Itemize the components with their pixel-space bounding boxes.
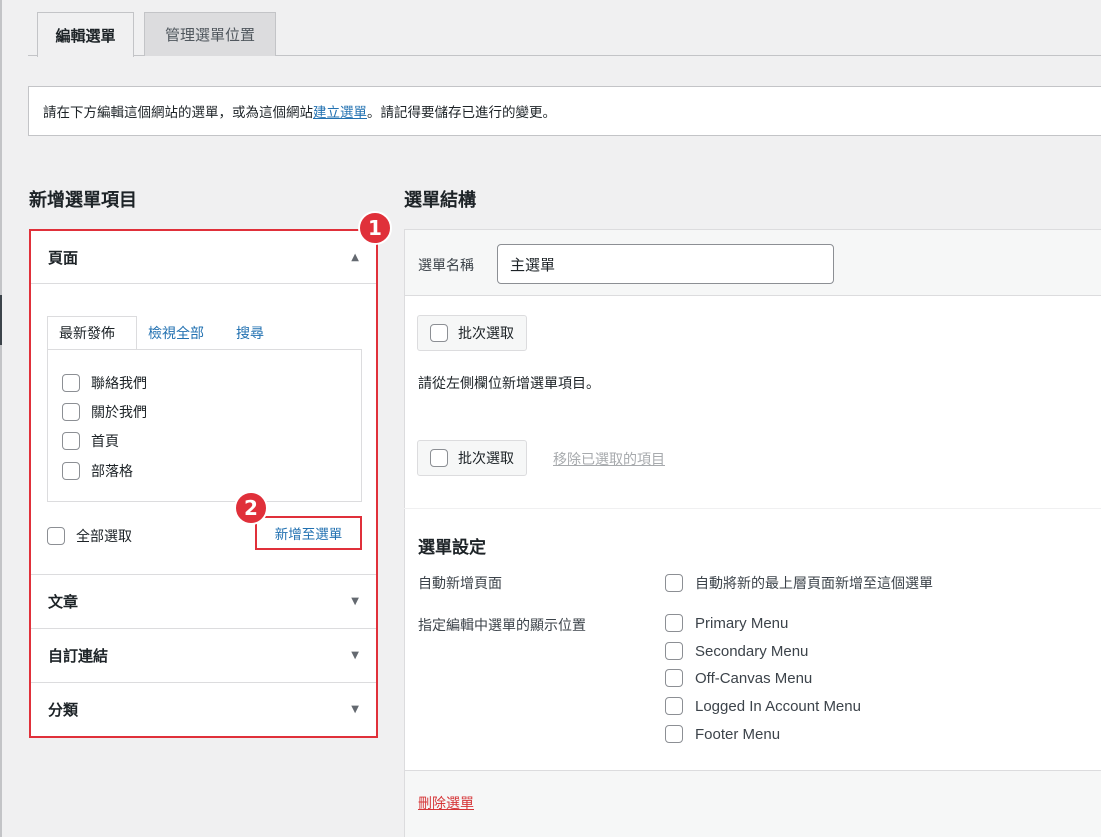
checkbox[interactable] bbox=[665, 614, 683, 632]
divider bbox=[31, 283, 376, 284]
create-menu-link[interactable]: 建立選單 bbox=[313, 101, 367, 121]
checkbox[interactable] bbox=[62, 462, 80, 480]
page-item[interactable]: 部落格 bbox=[62, 461, 133, 481]
select-all-label: 全部選取 bbox=[76, 529, 132, 545]
section-posts-label: 文章 bbox=[48, 592, 79, 611]
section-categories-header[interactable]: 分類 ▼ bbox=[31, 683, 376, 735]
admin-edge-marker bbox=[0, 295, 2, 345]
section-custom-links-label: 自訂連結 bbox=[48, 646, 109, 665]
location-footer[interactable]: Footer Menu bbox=[665, 725, 780, 743]
checkbox[interactable] bbox=[665, 574, 683, 592]
select-all[interactable]: 全部選取 bbox=[47, 526, 132, 546]
location-label: Logged In Account Menu bbox=[695, 697, 861, 715]
step-badge-1: 1 bbox=[358, 211, 392, 245]
section-custom-links-header[interactable]: 自訂連結 ▼ bbox=[31, 629, 376, 681]
checkbox[interactable] bbox=[430, 324, 448, 342]
triangle-up-icon: ▲ bbox=[351, 251, 359, 263]
subtab-view-all[interactable]: 檢視全部 bbox=[137, 316, 215, 350]
notice-text-before: 請在下方編輯這個網站的選單，或為這個網站 bbox=[43, 105, 313, 121]
section-categories-label: 分類 bbox=[48, 700, 79, 719]
location-logged-in[interactable]: Logged In Account Menu bbox=[665, 697, 861, 715]
page-item-label: 關於我們 bbox=[91, 405, 147, 421]
triangle-down-icon: ▼ bbox=[351, 703, 359, 715]
select-all-checkbox[interactable] bbox=[47, 527, 65, 545]
auto-add-pages-label: 自動新增頁面 bbox=[418, 576, 502, 592]
add-items-accordion: 頁面 ▲ 最新發佈 檢視全部 搜尋 聯絡我們 關於我們 首頁 部落格 全部選取 … bbox=[29, 229, 378, 738]
menu-structure-title: 選單結構 bbox=[404, 190, 476, 211]
location-label: Primary Menu bbox=[695, 614, 789, 632]
checkbox[interactable] bbox=[665, 697, 683, 715]
divider bbox=[404, 508, 1101, 509]
page-item-label: 首頁 bbox=[91, 434, 119, 450]
delete-menu-link[interactable]: 刪除選單 bbox=[418, 793, 474, 813]
location-off-canvas[interactable]: Off-Canvas Menu bbox=[665, 669, 812, 687]
display-location-label: 指定編輯中選單的顯示位置 bbox=[418, 618, 586, 634]
section-pages-label: 頁面 bbox=[48, 248, 79, 267]
subtab-search[interactable]: 搜尋 bbox=[225, 316, 275, 350]
remove-selected-link[interactable]: 移除已選取的項目 bbox=[553, 449, 665, 469]
menu-settings-title: 選單設定 bbox=[418, 538, 486, 558]
location-secondary[interactable]: Secondary Menu bbox=[665, 642, 808, 660]
tab-manage-locations[interactable]: 管理選單位置 bbox=[144, 12, 276, 56]
checkbox[interactable] bbox=[62, 432, 80, 450]
page-item[interactable]: 首頁 bbox=[62, 431, 119, 451]
checkbox[interactable] bbox=[62, 374, 80, 392]
page-item[interactable]: 聯絡我們 bbox=[62, 373, 147, 393]
menu-name-input[interactable] bbox=[497, 244, 834, 284]
notice-bar: 請在下方編輯這個網站的選單，或為這個網站 建立選單 。請記得要儲存已進行的變更。 bbox=[28, 86, 1101, 136]
bulk-select-label: 批次選取 bbox=[458, 326, 514, 342]
auto-add-option-label: 自動將新的最上層頁面新增至這個選單 bbox=[695, 576, 933, 592]
bulk-select-label: 批次選取 bbox=[458, 451, 514, 467]
location-primary[interactable]: Primary Menu bbox=[665, 614, 788, 632]
page-item[interactable]: 關於我們 bbox=[62, 402, 147, 422]
checkbox[interactable] bbox=[665, 725, 683, 743]
menu-name-label: 選單名稱 bbox=[418, 258, 474, 274]
triangle-down-icon: ▼ bbox=[351, 595, 359, 607]
section-posts-header[interactable]: 文章 ▼ bbox=[31, 575, 376, 627]
add-to-menu-button[interactable]: 新增至選單 bbox=[255, 516, 362, 550]
tab-edit-menus[interactable]: 編輯選單 bbox=[37, 12, 134, 57]
bulk-select-button-bottom[interactable]: 批次選取 bbox=[417, 440, 527, 476]
empty-menu-hint: 請從左側欄位新增選單項目。 bbox=[418, 376, 600, 392]
checkbox[interactable] bbox=[430, 449, 448, 467]
checkbox[interactable] bbox=[62, 403, 80, 421]
location-label: Footer Menu bbox=[695, 725, 781, 743]
triangle-down-icon: ▼ bbox=[351, 649, 359, 661]
page-item-label: 部落格 bbox=[91, 464, 133, 480]
section-pages-header[interactable]: 頁面 ▲ bbox=[31, 231, 376, 283]
subtab-most-recent[interactable]: 最新發佈 bbox=[47, 316, 137, 350]
location-label: Off-Canvas Menu bbox=[695, 669, 813, 687]
location-label: Secondary Menu bbox=[695, 642, 809, 660]
page-item-label: 聯絡我們 bbox=[91, 376, 147, 392]
menu-footer bbox=[404, 770, 1101, 837]
pages-checklist: 聯絡我們 關於我們 首頁 部落格 bbox=[47, 349, 362, 502]
add-menu-items-title: 新增選單項目 bbox=[29, 190, 137, 211]
step-badge-2: 2 bbox=[234, 491, 268, 525]
bulk-select-button-top[interactable]: 批次選取 bbox=[417, 315, 527, 351]
checkbox[interactable] bbox=[665, 669, 683, 687]
auto-add-option[interactable]: 自動將新的最上層頁面新增至這個選單 bbox=[665, 573, 933, 593]
admin-edge-line bbox=[0, 0, 2, 837]
notice-text-after: 。請記得要儲存已進行的變更。 bbox=[367, 105, 556, 121]
checkbox[interactable] bbox=[665, 642, 683, 660]
